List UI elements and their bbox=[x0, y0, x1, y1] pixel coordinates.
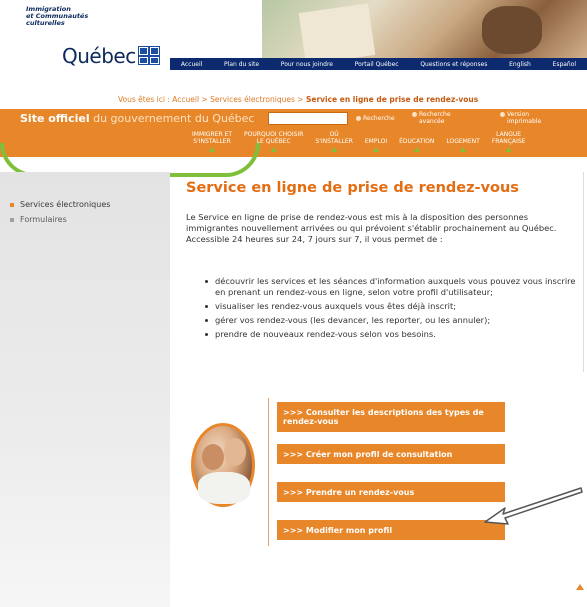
action-buttons-panel: >>> Consulter les descriptions des types… bbox=[268, 398, 513, 546]
official-site-rest: du gouvernement du Québec bbox=[93, 112, 255, 125]
list-item: découvrir les services et les séances d'… bbox=[203, 276, 583, 298]
advanced-search-bullet-icon bbox=[412, 112, 417, 117]
catnav-ou-l2: S'INSTALLER bbox=[315, 138, 353, 145]
catnav-education[interactable]: ÉDUCATION bbox=[393, 131, 440, 152]
catnav-ou-l1: OÙ bbox=[329, 131, 339, 138]
content-divider bbox=[583, 172, 584, 372]
advanced-search-l2: avancée bbox=[419, 117, 445, 125]
modify-profile-button[interactable]: >>> Modifier mon profil bbox=[277, 520, 505, 540]
catnav-logement[interactable]: LOGEMENT bbox=[440, 131, 485, 152]
printable-l1: Version bbox=[507, 111, 530, 118]
list-item: prendre de nouveaux rendez-vous selon vo… bbox=[203, 329, 583, 340]
header-banner: Immigration et Communautés culturelles Q… bbox=[0, 0, 587, 70]
catnav-pourquoi[interactable]: POURQUOI CHOISIR LE QUÉBEC bbox=[238, 131, 309, 152]
catnav-pourquoi-l1: POURQUOI CHOISIR bbox=[244, 131, 304, 138]
catnav-emploi-l1 bbox=[365, 131, 387, 138]
catnav-emploi-l2: EMPLOI bbox=[364, 138, 388, 145]
search-button[interactable]: Recherche bbox=[356, 115, 395, 123]
book-appointment-button[interactable]: >>> Prendre un rendez-vous bbox=[277, 482, 505, 502]
catnav-tick-icon bbox=[373, 147, 379, 152]
people-photo bbox=[191, 423, 255, 507]
search-input[interactable] bbox=[268, 112, 348, 125]
breadcrumb-current: Service en ligne de prise de rendez-vous bbox=[305, 95, 479, 104]
create-profile-button[interactable]: >>> Créer mon profil de consultation bbox=[277, 444, 505, 464]
catnav-education-l1 bbox=[399, 131, 434, 138]
breadcrumb-services[interactable]: Services électroniques bbox=[210, 95, 295, 104]
catnav-tick-icon bbox=[460, 147, 467, 152]
search-button-label: Recherche bbox=[363, 115, 395, 122]
topnav-accueil[interactable]: Accueil bbox=[181, 61, 202, 68]
sidebar-item-formulaires[interactable]: Formulaires bbox=[0, 211, 170, 226]
sidebar-item-label: Formulaires bbox=[20, 215, 67, 224]
catnav-ou[interactable]: OÙ S'INSTALLER bbox=[309, 131, 358, 152]
top-navigation: Accueil Plan du site Pour nous joindre P… bbox=[170, 58, 587, 70]
breadcrumb-accueil[interactable]: Accueil bbox=[172, 95, 199, 104]
breadcrumb-prefix: Vous êtes ici : bbox=[118, 95, 170, 104]
topnav-questions-reponses[interactable]: Questions et réponses bbox=[420, 61, 487, 68]
catnav-langue[interactable]: LANGUE FRANÇAISE bbox=[486, 131, 532, 152]
consult-appointment-types-button[interactable]: >>> Consulter les descriptions des types… bbox=[277, 402, 505, 432]
catnav-langue-l2: FRANÇAISE bbox=[491, 138, 526, 145]
sidebar-item-services-electroniques[interactable]: Services électroniques bbox=[0, 196, 170, 211]
ministry-name: Immigration et Communautés culturelles bbox=[26, 6, 88, 27]
catnav-emploi[interactable]: EMPLOI bbox=[359, 131, 393, 152]
printable-version-link[interactable]: Version imprimable bbox=[500, 111, 542, 125]
page-title: Service en ligne de prise de rendez-vous bbox=[186, 180, 519, 196]
advanced-search-link[interactable]: Recherche avancée bbox=[412, 111, 451, 125]
printable-l2: imprimable bbox=[507, 117, 542, 125]
list-item: visualiser les rendez-vous auxquels vous… bbox=[203, 301, 583, 312]
catnav-tick-icon bbox=[505, 147, 512, 152]
sidebar-item-label: Services électroniques bbox=[20, 200, 111, 209]
topnav-plan-du-site[interactable]: Plan du site bbox=[224, 61, 259, 68]
quebec-flag-icon bbox=[138, 46, 160, 65]
catnav-immigrer[interactable]: IMMIGRER ET S'INSTALLER bbox=[186, 131, 238, 152]
header-photo bbox=[262, 0, 587, 60]
official-site-bar: Site officiel du gouvernement du Québec … bbox=[0, 109, 587, 129]
topnav-portail-quebec[interactable]: Portail Québec bbox=[355, 61, 399, 68]
official-site-label: Site officiel du gouvernement du Québec bbox=[20, 112, 254, 125]
catnav-tick-icon bbox=[331, 147, 338, 152]
print-icon bbox=[500, 112, 505, 117]
annotation-arrow-icon bbox=[484, 487, 583, 525]
features-list: découvrir les services et les séances d'… bbox=[203, 276, 583, 343]
catnav-tick-icon bbox=[413, 147, 420, 152]
quebec-logo[interactable]: Québec bbox=[62, 44, 136, 68]
catnav-immigrer-l1: IMMIGRER ET bbox=[192, 131, 233, 138]
catnav-logement-l1 bbox=[446, 131, 479, 138]
advanced-search-l1: Recherche bbox=[419, 111, 451, 118]
catnav-tick-icon bbox=[270, 147, 277, 152]
breadcrumb-separator: > bbox=[201, 95, 208, 104]
left-sidebar: Services électroniques Formulaires bbox=[0, 172, 170, 607]
list-item: gérer vos rendez-vous (les devancer, les… bbox=[203, 315, 583, 326]
catnav-logement-l2: LOGEMENT bbox=[446, 138, 480, 145]
topnav-pour-nous-joindre[interactable]: Pour nous joindre bbox=[281, 61, 333, 68]
official-site-bold: Site officiel bbox=[20, 112, 90, 125]
breadcrumb-separator: > bbox=[297, 95, 304, 104]
bullet-icon bbox=[10, 202, 14, 207]
bullet-icon bbox=[10, 217, 14, 222]
topnav-espanol[interactable]: Español bbox=[553, 61, 577, 68]
category-navigation: IMMIGRER ET S'INSTALLER POURQUOI CHOISIR… bbox=[0, 129, 587, 177]
catnav-immigrer-l2: S'INSTALLER bbox=[193, 138, 231, 145]
catnav-langue-l1: LANGUE bbox=[496, 131, 522, 138]
topnav-english[interactable]: English bbox=[509, 61, 531, 68]
intro-paragraph: Le Service en ligne de prise de rendez-v… bbox=[186, 212, 557, 244]
search-bullet-icon bbox=[356, 116, 361, 121]
ministry-line-3: culturelles bbox=[26, 19, 65, 27]
scroll-to-top-icon[interactable] bbox=[576, 584, 584, 590]
catnav-pourquoi-l2: LE QUÉBEC bbox=[256, 138, 291, 145]
breadcrumb: Vous êtes ici : Accueil > Services élect… bbox=[118, 95, 478, 104]
catnav-education-l2: ÉDUCATION bbox=[399, 138, 435, 145]
catnav-tick-icon bbox=[209, 147, 216, 152]
